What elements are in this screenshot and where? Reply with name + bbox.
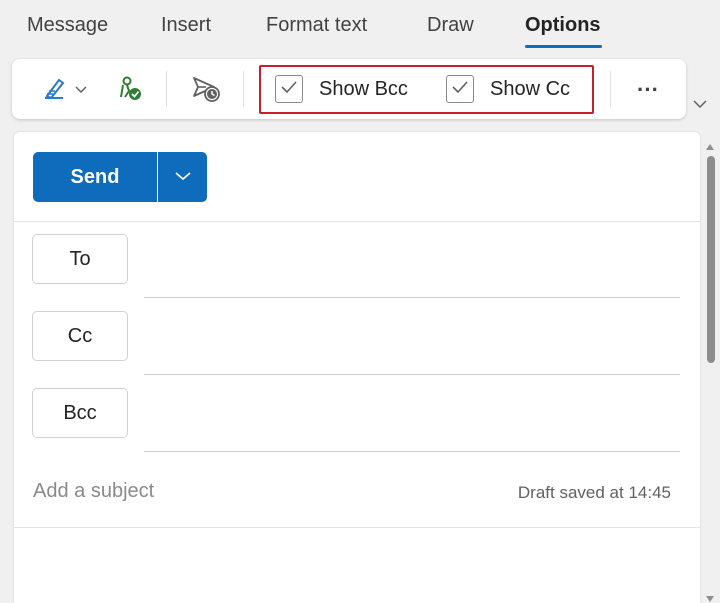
- bcc-button[interactable]: Bcc: [32, 388, 128, 438]
- to-field-underline: [144, 297, 680, 298]
- bcc-field-underline: [144, 451, 680, 452]
- show-bcc-toggle[interactable]: Show Bcc: [275, 75, 408, 103]
- show-cc-toggle[interactable]: Show Cc: [446, 75, 570, 103]
- signature-icon: [41, 74, 69, 107]
- draft-status: Draft saved at 14:45: [517, 483, 671, 502]
- bcc-field[interactable]: [144, 394, 680, 432]
- delay-delivery-icon: [190, 73, 222, 108]
- send-split-button: Send: [33, 152, 207, 202]
- ribbon-tabs: Message Insert Format text Draw Options: [0, 0, 720, 52]
- toolbar-separator: [166, 71, 167, 107]
- show-bcc-checkbox[interactable]: [275, 75, 303, 103]
- toolbar-separator: [610, 71, 611, 107]
- scroll-up-arrow-icon[interactable]: [705, 138, 715, 156]
- to-field[interactable]: [144, 240, 680, 278]
- to-button[interactable]: To: [32, 234, 128, 284]
- permission-icon: [115, 73, 145, 108]
- show-bcc-label: Show Bcc: [319, 77, 408, 100]
- delay-delivery-button[interactable]: [186, 73, 226, 107]
- chevron-down-icon: [174, 168, 192, 186]
- send-options-dropdown[interactable]: [158, 152, 207, 202]
- tab-options[interactable]: Options: [525, 14, 601, 37]
- checkmark-icon: [451, 80, 469, 99]
- show-cc-checkbox[interactable]: [446, 75, 474, 103]
- message-body[interactable]: [14, 528, 700, 603]
- scrollbar-thumb[interactable]: [707, 156, 715, 363]
- options-toolbar: Show Bcc Show Cc ···: [12, 59, 686, 119]
- send-split-divider: [157, 152, 158, 202]
- signature-button[interactable]: [34, 73, 94, 107]
- show-cc-label: Show Cc: [490, 77, 571, 100]
- tab-message[interactable]: Message: [27, 14, 108, 37]
- tab-draw[interactable]: Draw: [427, 14, 474, 37]
- active-tab-indicator: [525, 45, 602, 48]
- send-divider: [14, 221, 700, 222]
- chevron-down-icon: [75, 81, 87, 99]
- send-button[interactable]: Send: [33, 152, 157, 202]
- compose-pane: Send To Cc Bcc Add a subject Draft saved…: [14, 132, 700, 603]
- toolbar-separator: [243, 71, 244, 107]
- more-options-button[interactable]: ···: [628, 73, 668, 107]
- cc-button[interactable]: Cc: [32, 311, 128, 361]
- cc-field-underline: [144, 374, 680, 375]
- subject-input[interactable]: Add a subject: [33, 480, 154, 503]
- tab-format-text[interactable]: Format text: [266, 14, 367, 37]
- scroll-down-arrow-icon[interactable]: [705, 590, 715, 603]
- collapse-ribbon-chevron-icon[interactable]: [692, 96, 708, 114]
- checkmark-icon: [280, 80, 298, 99]
- permission-button[interactable]: [112, 73, 148, 107]
- cc-field[interactable]: [144, 317, 680, 355]
- tab-insert[interactable]: Insert: [161, 14, 211, 37]
